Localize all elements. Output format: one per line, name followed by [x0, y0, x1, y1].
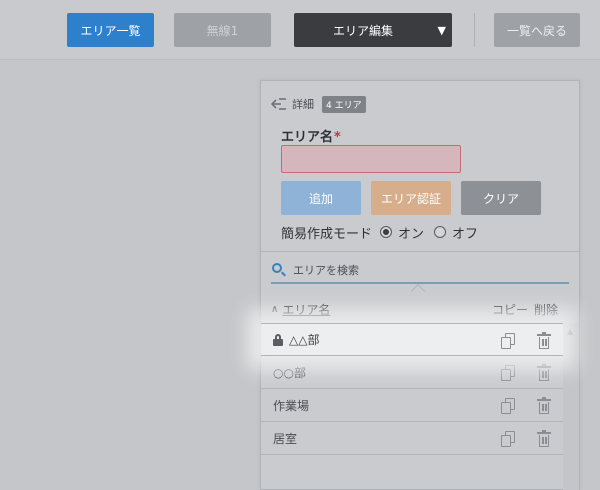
toolbar-divider [474, 13, 475, 47]
mode-off-radio[interactable] [434, 226, 447, 238]
copy-icon[interactable] [501, 398, 517, 414]
panel-header: 詳細 4 エリア [270, 95, 366, 113]
pointer-notch [410, 283, 426, 299]
add-button[interactable]: 追加 [281, 181, 361, 215]
copy-icon[interactable] [501, 431, 517, 447]
top-toolbar: エリア一覧 無線1 エリア編集 ▼ 一覧へ戻る [0, 0, 600, 60]
list-scrollbar[interactable]: ▲ [563, 323, 579, 490]
caret-down-icon: ▼ [437, 23, 446, 37]
required-mark: * [334, 130, 341, 145]
area-name-cell: △△部 [289, 333, 320, 347]
wireless-button[interactable]: 無線1 [174, 13, 271, 47]
trash-icon[interactable] [537, 364, 551, 381]
copy-column-header: コピー [492, 303, 529, 317]
area-name-cell: 作業場 [273, 398, 310, 413]
area-auth-button[interactable]: エリア認証 [371, 181, 451, 215]
section-divider [261, 251, 579, 252]
mode-on-label[interactable]: オン [398, 223, 424, 242]
trash-icon[interactable] [537, 430, 551, 447]
sort-asc-icon: ∧ [271, 304, 279, 315]
sort-by-name[interactable]: ∧ エリア名 [271, 301, 330, 318]
table-row[interactable]: △△部 [261, 323, 563, 356]
area-name-cell: ○○部 [273, 365, 306, 380]
trash-icon[interactable] [537, 332, 551, 349]
copy-icon[interactable] [501, 333, 517, 349]
area-edit-dropdown[interactable]: エリア編集 ▼ [294, 13, 452, 47]
table-row[interactable]: 居室 [261, 422, 563, 455]
quick-create-mode: 簡易作成モード オン オフ [281, 223, 478, 242]
search-icon [271, 262, 287, 278]
delete-column-header: 削除 [534, 303, 559, 317]
trash-icon[interactable] [537, 397, 551, 414]
clear-button[interactable]: クリア [461, 181, 541, 215]
copy-icon[interactable] [501, 365, 517, 381]
area-count-badge: 4 エリア [322, 95, 366, 113]
lock-icon [273, 333, 283, 346]
table-row[interactable]: ○○部 [261, 356, 563, 389]
table-header: ∧ エリア名 コピー 削除 [271, 301, 571, 319]
area-name-cell: 居室 [273, 431, 298, 446]
area-list: △△部 ○○部 作業場 居室 [261, 323, 563, 455]
detail-label: 詳細 [292, 98, 314, 111]
area-name-input[interactable] [281, 145, 461, 173]
mode-on-radio[interactable] [380, 226, 393, 238]
area-search[interactable] [271, 258, 569, 284]
area-edit-label: エリア編集 [332, 23, 393, 38]
area-name-label-text: エリア名 [281, 130, 334, 145]
area-list-button[interactable]: エリア一覧 [67, 13, 154, 47]
indent-left-icon[interactable] [270, 97, 288, 111]
scroll-up-icon[interactable]: ▲ [567, 327, 573, 336]
name-column-header[interactable]: エリア名 [282, 301, 330, 318]
table-row[interactable]: 作業場 [261, 389, 563, 422]
back-to-list-button[interactable]: 一覧へ戻る [494, 13, 580, 47]
search-input[interactable] [293, 263, 553, 277]
mode-off-label[interactable]: オフ [452, 223, 478, 242]
area-name-label: エリア名* [281, 126, 341, 145]
quick-create-mode-label: 簡易作成モード [281, 226, 373, 242]
area-detail-panel: 詳細 4 エリア エリア名* 追加 エリア認証 クリア 簡易作成モード オン オ… [260, 80, 580, 490]
